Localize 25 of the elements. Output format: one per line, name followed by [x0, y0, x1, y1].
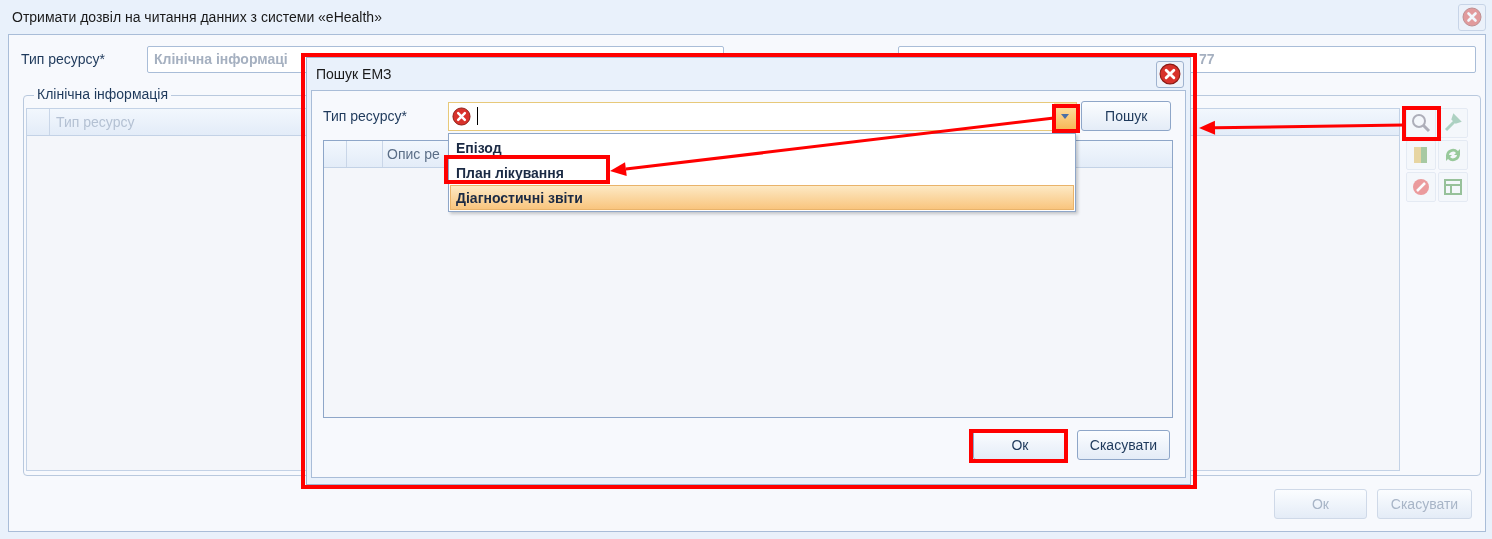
resource-type-combo[interactable]: [448, 101, 1078, 131]
toolbar-button[interactable]: [1406, 140, 1436, 170]
caret-icon: [1061, 113, 1070, 119]
search-icon: [1410, 112, 1432, 134]
table-icon: [1442, 176, 1464, 198]
field-label: Тип ресурсу*: [323, 108, 408, 124]
dropdown-option[interactable]: Діагностичні звіти: [450, 185, 1074, 210]
cancel-icon: [1410, 176, 1432, 198]
cancel-button[interactable]: Скасувати: [1077, 430, 1170, 460]
window-title: Отримати дозвіл на читання данних з системи «eHealth»: [12, 9, 382, 25]
text-cursor: [477, 107, 479, 125]
field-label: Тип ресурсу*: [21, 51, 106, 67]
error-icon: [452, 106, 472, 126]
dialog-title: Пошук ЕМЗ: [316, 66, 392, 82]
highlight-frame: [1402, 106, 1441, 141]
group-title: Клінічна інформація: [34, 86, 172, 102]
toolbar-button[interactable]: [1438, 108, 1468, 138]
close-icon: [1462, 7, 1482, 27]
toolbar-button[interactable]: [1406, 172, 1436, 202]
wrench-icon: [1442, 112, 1464, 134]
column-header[interactable]: Опис ре: [382, 141, 440, 167]
toolbar-button[interactable]: [1406, 108, 1436, 138]
close-button[interactable]: [1156, 60, 1184, 88]
close-icon: [1159, 63, 1181, 85]
search-button[interactable]: Пошук: [1081, 101, 1171, 131]
